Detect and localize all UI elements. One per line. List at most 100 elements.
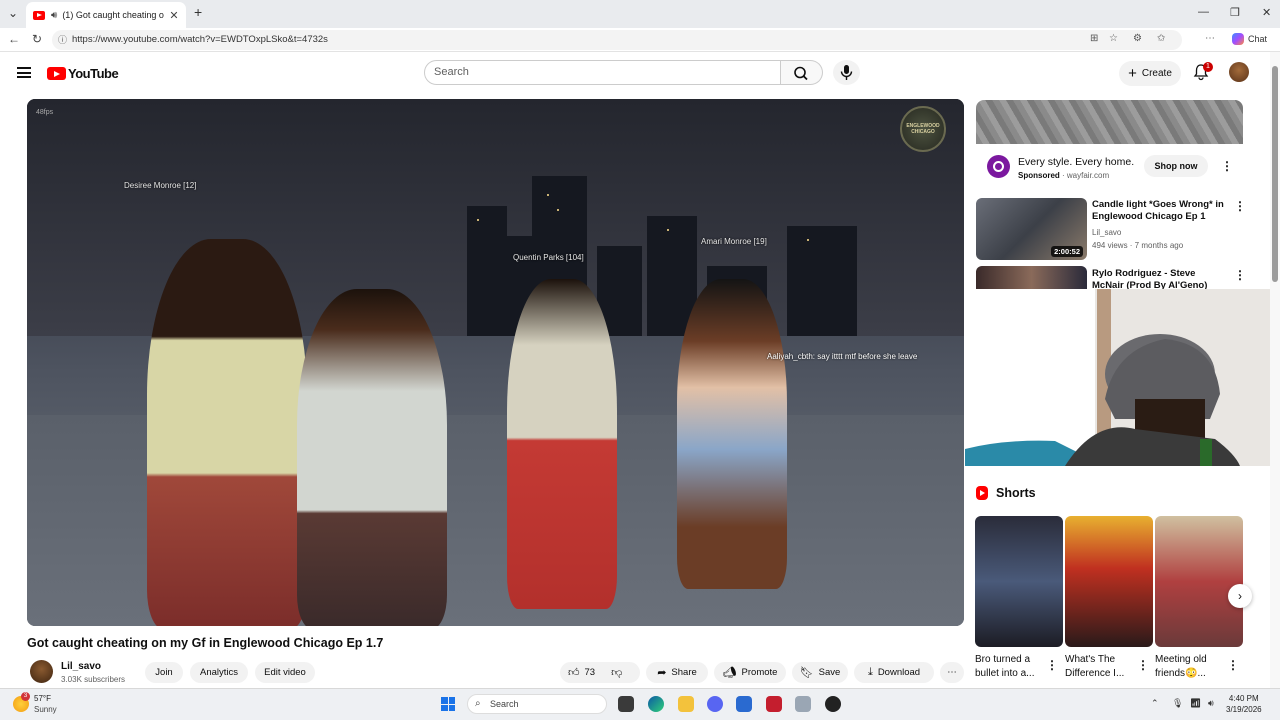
shorts-heading-label: Shorts xyxy=(996,486,1036,500)
edit-video-button[interactable]: Edit video xyxy=(255,662,315,683)
youtube-logo[interactable]: YouTube xyxy=(47,66,119,81)
short-title[interactable]: Meeting old friends😳... xyxy=(1155,653,1227,681)
favorites-icon[interactable]: ✩ xyxy=(1157,33,1165,44)
plus-icon: + xyxy=(1128,65,1137,82)
windows-start-icon[interactable] xyxy=(441,697,455,711)
like-count[interactable]: 73 xyxy=(585,667,596,678)
short-menu-icon[interactable]: ⋮ xyxy=(1227,658,1239,672)
rec-menu-icon[interactable]: ⋮ xyxy=(1234,199,1246,213)
more-actions-icon: ⋯ xyxy=(947,667,957,678)
scrollbar-thumb[interactable] xyxy=(1272,66,1278,282)
copilot-icon xyxy=(1232,33,1244,45)
speaker-icon[interactable]: 🔊︎ xyxy=(51,10,57,21)
short-title[interactable]: What's The Difference I... xyxy=(1065,653,1137,681)
short-thumbnail[interactable] xyxy=(1155,516,1243,647)
close-window-icon[interactable]: ✕ xyxy=(1262,6,1271,19)
short-menu-icon[interactable]: ⋮ xyxy=(1046,658,1058,672)
clock-time: 4:40 PM xyxy=(1228,694,1259,703)
promote-button[interactable]: 📣︎ Promote xyxy=(714,662,786,683)
more-actions-button[interactable]: ⋯ xyxy=(940,662,964,683)
dislike-icon[interactable]: 👎︎ xyxy=(611,666,622,679)
join-button[interactable]: Join xyxy=(145,662,183,683)
new-tab-icon[interactable]: + xyxy=(194,4,202,20)
share-button[interactable]: ➦ Share xyxy=(646,662,708,683)
rec-title[interactable]: Rylo Rodriguez - Steve McNair (Prod By A… xyxy=(1092,268,1228,289)
account-avatar[interactable] xyxy=(1229,62,1249,82)
menu-icon[interactable] xyxy=(17,67,31,78)
create-label: Create xyxy=(1141,68,1172,79)
save-button[interactable]: 🔖︎ Save xyxy=(792,662,848,683)
short-thumbnail[interactable] xyxy=(1065,516,1153,647)
lit-window xyxy=(477,219,479,221)
search-input[interactable]: Search xyxy=(424,60,781,85)
tray-overflow-icon[interactable]: ⌃ xyxy=(1151,698,1159,709)
lit-window xyxy=(547,194,549,196)
short-thumbnail[interactable] xyxy=(975,516,1063,647)
reload-icon[interactable]: ↻ xyxy=(32,32,42,46)
video-player[interactable]: 48fps Desiree Monroe [12] Quentin Parks … xyxy=(27,99,964,626)
shop-now-button[interactable]: Shop now xyxy=(1144,155,1208,177)
download-button[interactable]: ⤓ Download xyxy=(854,662,934,683)
ad-banner-image[interactable] xyxy=(976,100,1243,144)
ad-sponsor-line: Sponsored · wayfair.com xyxy=(1018,171,1110,180)
shorts-next-button[interactable]: › xyxy=(1228,584,1252,608)
shorts-logo-icon xyxy=(976,486,988,500)
volume-icon[interactable]: 🔊︎ xyxy=(1208,698,1214,709)
minimize-icon[interactable]: — xyxy=(1198,6,1209,18)
rec-channel[interactable]: Lil_savo xyxy=(1092,228,1121,237)
character-amari xyxy=(677,279,787,589)
weather-temperature[interactable]: 57°F xyxy=(34,694,51,703)
browser-tab[interactable]: 🔊︎ (1) Got caught cheating on my ✕ xyxy=(26,2,186,28)
channel-name[interactable]: Lil_savo xyxy=(61,661,101,672)
clock-date: 3/19/2026 xyxy=(1226,705,1262,714)
restore-icon[interactable]: ❐ xyxy=(1230,6,1240,19)
nametag-desiree: Desiree Monroe [12] xyxy=(124,181,197,190)
like-icon[interactable]: 👍︎ xyxy=(568,666,580,679)
ad-title[interactable]: Every style. Every home. xyxy=(1018,156,1134,168)
search-button[interactable] xyxy=(781,60,823,85)
back-icon[interactable]: ← xyxy=(8,32,20,46)
rec-thumbnail[interactable]: 2:00:52 xyxy=(976,198,1087,260)
voice-search-button[interactable] xyxy=(833,60,860,85)
microsoft-store-icon[interactable] xyxy=(736,696,752,712)
weather-condition[interactable]: Sunny xyxy=(34,705,57,714)
tab-list-chevron-icon[interactable]: ⌄ xyxy=(8,6,18,20)
file-explorer-icon[interactable] xyxy=(678,696,694,712)
ad-menu-icon[interactable]: ⋮ xyxy=(1221,159,1233,173)
adobe-app-icon[interactable] xyxy=(766,696,782,712)
character-man-white-shirt xyxy=(297,289,447,626)
wayfair-logo-icon xyxy=(987,155,1010,178)
app-available-icon[interactable]: ⊞ xyxy=(1090,33,1098,44)
discord-icon[interactable] xyxy=(707,696,723,712)
network-icon[interactable]: 📶︎ xyxy=(1190,698,1201,709)
create-button[interactable]: + Create xyxy=(1119,61,1181,86)
task-view-icon[interactable] xyxy=(618,696,634,712)
favorite-star-icon[interactable]: ☆ xyxy=(1109,33,1118,44)
taskbar-search[interactable]: ⌕ Search xyxy=(467,694,607,714)
building xyxy=(787,226,857,337)
taskbar-clock[interactable]: 4:40 PM 3/19/2026 xyxy=(1226,693,1262,715)
rec-menu-icon[interactable]: ⋮ xyxy=(1234,268,1246,282)
extensions-icon[interactable]: ⚙ xyxy=(1133,33,1142,44)
short-menu-icon[interactable]: ⋮ xyxy=(1137,658,1149,672)
edge-browser-icon[interactable] xyxy=(648,696,664,712)
url-field[interactable]: ⓘ https://www.youtube.com/watch?v=EWDTOx… xyxy=(52,30,1182,50)
copilot-button[interactable]: Chat xyxy=(1232,33,1267,45)
rec-title[interactable]: Candle light *Goes Wrong* in Englewood C… xyxy=(1092,199,1228,223)
close-tab-icon[interactable]: ✕ xyxy=(169,9,178,22)
obs-studio-icon[interactable] xyxy=(825,696,841,712)
short-title[interactable]: Bro turned a bullet into a... xyxy=(975,653,1047,681)
more-icon[interactable]: ⋯ xyxy=(1205,33,1215,44)
share-label: Share xyxy=(671,667,697,678)
microphone-tray-icon[interactable]: 🎙︎ xyxy=(1172,698,1183,709)
rec-thumbnail[interactable] xyxy=(976,266,1087,289)
site-info-icon[interactable]: ⓘ xyxy=(58,30,67,50)
channel-avatar[interactable] xyxy=(30,660,53,683)
browser-tab-bar: ⌄ 🔊︎ (1) Got caught cheating on my ✕ + —… xyxy=(0,0,1280,28)
app-window-icon[interactable] xyxy=(795,696,811,712)
like-dislike-group: 👍︎ 73 👎︎ xyxy=(560,662,640,683)
lit-window xyxy=(807,239,809,241)
fps-overlay: 48fps xyxy=(36,109,54,116)
url-text: https://www.youtube.com/watch?v=EWDTOxpL… xyxy=(72,34,328,45)
analytics-button[interactable]: Analytics xyxy=(190,662,248,683)
